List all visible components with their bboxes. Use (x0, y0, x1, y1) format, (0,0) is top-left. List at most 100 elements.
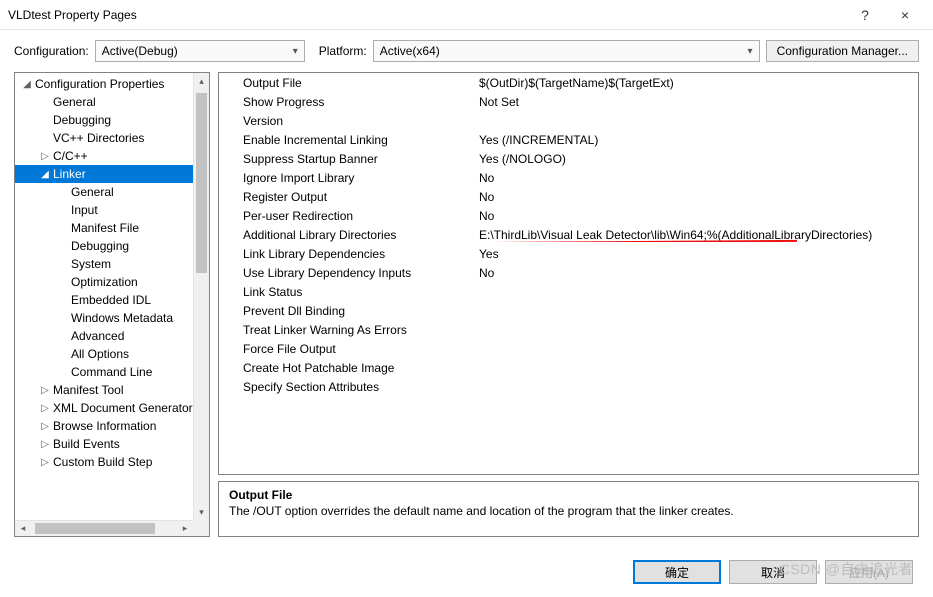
platform-select[interactable]: Active(x64) ▾ (373, 40, 760, 62)
tree-item[interactable]: System (15, 255, 209, 273)
configuration-value: Active(Debug) (102, 44, 178, 58)
tree-item[interactable]: Input (15, 201, 209, 219)
caret-down-icon: ◢ (39, 169, 51, 180)
property-row[interactable]: Enable Incremental LinkingYes (/INCREMEN… (219, 130, 918, 149)
property-name: Per-user Redirection (219, 209, 479, 223)
tree-item[interactable]: ▷Custom Build Step (15, 453, 209, 471)
property-row[interactable]: Per-user RedirectionNo (219, 206, 918, 225)
scroll-thumb[interactable] (35, 523, 155, 534)
property-value[interactable]: Yes (/INCREMENTAL) (479, 133, 918, 147)
right-panel: Output File$(OutDir)$(TargetName)$(Targe… (218, 72, 919, 537)
property-row[interactable]: Prevent Dll Binding (219, 301, 918, 320)
tree-vscrollbar[interactable]: ▴ ▾ (193, 73, 209, 520)
tree-item[interactable]: Advanced (15, 327, 209, 345)
tree-item-label: System (69, 257, 111, 271)
property-name: Force File Output (219, 342, 479, 356)
scroll-right-icon[interactable]: ▸ (177, 521, 193, 536)
property-value[interactable]: No (479, 171, 918, 185)
tree-item[interactable]: ▷C/C++ (15, 147, 209, 165)
ok-button[interactable]: 确定 (633, 560, 721, 584)
property-row[interactable]: Link Library DependenciesYes (219, 244, 918, 263)
property-row[interactable]: Additional Library DirectoriesE:\ThirdLi… (219, 225, 918, 244)
config-row: Configuration: Active(Debug) ▾ Platform:… (0, 30, 933, 72)
tree-item-label: Advanced (69, 329, 124, 343)
description-text: The /OUT option overrides the default na… (229, 504, 908, 518)
property-name: Suppress Startup Banner (219, 152, 479, 166)
tree-item[interactable]: Debugging (15, 111, 209, 129)
tree-item[interactable]: VC++ Directories (15, 129, 209, 147)
property-value[interactable]: Yes (/NOLOGO) (479, 152, 918, 166)
property-value[interactable]: Yes (479, 247, 918, 261)
property-row[interactable]: Force File Output (219, 339, 918, 358)
property-name: Ignore Import Library (219, 171, 479, 185)
chevron-down-icon: ▾ (748, 46, 753, 57)
tree-item-label: Embedded IDL (69, 293, 151, 307)
tree-panel: ◢Configuration PropertiesGeneralDebuggin… (14, 72, 210, 537)
tree-item-label: Input (69, 203, 98, 217)
property-name: Use Library Dependency Inputs (219, 266, 479, 280)
tree-hscrollbar[interactable]: ◂ ▸ (15, 520, 193, 536)
property-name: Create Hot Patchable Image (219, 361, 479, 375)
tree-item[interactable]: General (15, 183, 209, 201)
property-row[interactable]: Treat Linker Warning As Errors (219, 320, 918, 339)
tree-item[interactable]: Debugging (15, 237, 209, 255)
property-row[interactable]: Show ProgressNot Set (219, 92, 918, 111)
property-row[interactable]: Output File$(OutDir)$(TargetName)$(Targe… (219, 73, 918, 92)
property-value[interactable]: E:\ThirdLib\Visual Leak Detector\lib\Win… (479, 228, 918, 242)
property-value[interactable]: No (479, 209, 918, 223)
help-button[interactable]: ? (845, 0, 885, 30)
tree-item[interactable]: Embedded IDL (15, 291, 209, 309)
configuration-select[interactable]: Active(Debug) ▾ (95, 40, 305, 62)
property-row[interactable]: Ignore Import LibraryNo (219, 168, 918, 187)
tree-item-label: Optimization (69, 275, 138, 289)
property-value[interactable]: No (479, 266, 918, 280)
tree-item[interactable]: ▷Browse Information (15, 417, 209, 435)
tree-item[interactable]: ◢Configuration Properties (15, 75, 209, 93)
tree-item[interactable]: Command Line (15, 363, 209, 381)
caret-right-icon: ▷ (39, 439, 51, 450)
tree-item[interactable]: Optimization (15, 273, 209, 291)
scroll-up-icon[interactable]: ▴ (194, 73, 209, 89)
tree-item[interactable]: ▷XML Document Generator (15, 399, 209, 417)
tree-item-label: General (69, 185, 114, 199)
scroll-thumb[interactable] (196, 93, 207, 273)
property-row[interactable]: Create Hot Patchable Image (219, 358, 918, 377)
tree-item-label: Linker (51, 167, 86, 181)
tree-item[interactable]: ◢Linker (15, 165, 209, 183)
property-row[interactable]: Suppress Startup BannerYes (/NOLOGO) (219, 149, 918, 168)
close-button[interactable]: × (885, 0, 925, 30)
tree-item-label: Command Line (69, 365, 152, 379)
apply-button[interactable]: 应用(A) (825, 560, 913, 584)
tree-item-label: C/C++ (51, 149, 88, 163)
caret-down-icon: ◢ (21, 79, 33, 90)
property-row[interactable]: Register OutputNo (219, 187, 918, 206)
tree-item[interactable]: General (15, 93, 209, 111)
property-name: Show Progress (219, 95, 479, 109)
property-value[interactable]: $(OutDir)$(TargetName)$(TargetExt) (479, 76, 918, 90)
configuration-manager-button[interactable]: Configuration Manager... (766, 40, 919, 62)
tree[interactable]: ◢Configuration PropertiesGeneralDebuggin… (15, 73, 209, 536)
property-row[interactable]: Link Status (219, 282, 918, 301)
property-value[interactable]: Not Set (479, 95, 918, 109)
scroll-left-icon[interactable]: ◂ (15, 521, 31, 536)
tree-item[interactable]: ▷Manifest Tool (15, 381, 209, 399)
property-row[interactable]: Use Library Dependency InputsNo (219, 263, 918, 282)
property-name: Prevent Dll Binding (219, 304, 479, 318)
tree-item-label: Debugging (69, 239, 129, 253)
main-area: ◢Configuration PropertiesGeneralDebuggin… (0, 72, 933, 547)
property-row[interactable]: Version (219, 111, 918, 130)
tree-item[interactable]: Manifest File (15, 219, 209, 237)
window-title: VLDtest Property Pages (8, 8, 845, 22)
tree-item[interactable]: ▷Build Events (15, 435, 209, 453)
tree-item-label: Manifest Tool (51, 383, 123, 397)
tree-item-label: All Options (69, 347, 129, 361)
property-value[interactable]: No (479, 190, 918, 204)
caret-right-icon: ▷ (39, 457, 51, 468)
property-grid[interactable]: Output File$(OutDir)$(TargetName)$(Targe… (218, 72, 919, 475)
tree-item[interactable]: All Options (15, 345, 209, 363)
cancel-button[interactable]: 取消 (729, 560, 817, 584)
property-row[interactable]: Specify Section Attributes (219, 377, 918, 396)
tree-item[interactable]: Windows Metadata (15, 309, 209, 327)
property-name: Link Status (219, 285, 479, 299)
scroll-down-icon[interactable]: ▾ (194, 504, 209, 520)
